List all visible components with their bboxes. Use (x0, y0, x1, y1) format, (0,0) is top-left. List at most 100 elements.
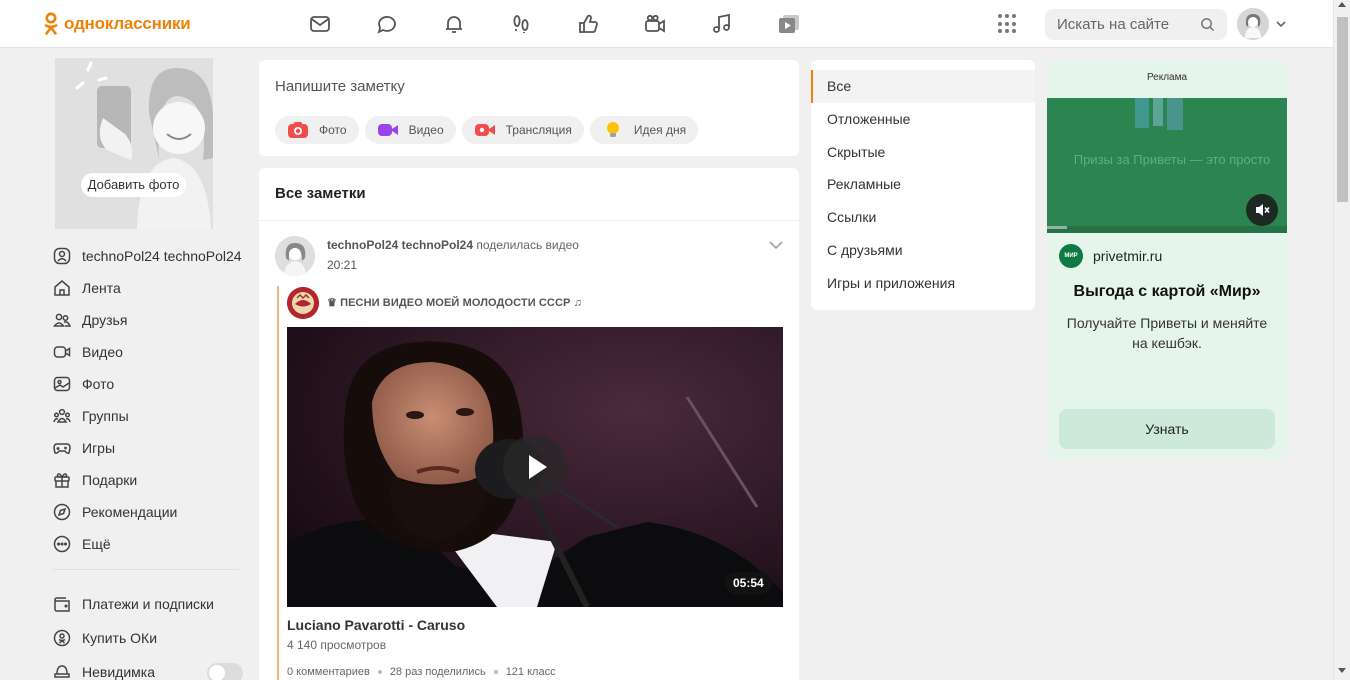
video-icon (53, 343, 71, 361)
ad-video[interactable]: Призы за Приветы — это просто (1047, 98, 1287, 233)
invisible-icon (53, 663, 71, 680)
sidebar-item-label: Купить ОКи (82, 630, 158, 646)
top-bar: одноклассники (0, 0, 1333, 48)
filter-postponed[interactable]: Отложенные (811, 103, 1035, 136)
filter-links[interactable]: Ссылки (811, 201, 1035, 234)
add-photo-button[interactable]: Добавить фото (81, 173, 186, 197)
compose-card: Напишите заметку Фото Видео Трансляция И… (259, 60, 799, 156)
note-input[interactable]: Напишите заметку (275, 78, 405, 95)
shares-link[interactable]: 28 раз поделились (390, 666, 486, 678)
mute-icon[interactable] (1246, 194, 1278, 226)
sidebar-item-friends[interactable]: Друзья (53, 304, 243, 336)
divider (259, 220, 799, 221)
sidebar-item-buy-oks[interactable]: Купить ОКи (53, 621, 243, 655)
invisible-mode-toggle[interactable] (207, 663, 243, 680)
ad-brand-link[interactable]: privetmir.ru (1093, 248, 1162, 264)
group-name-link[interactable]: ♛ ПЕСНИ ВИДЕО МОЕЙ МОЛОДОСТИ СССР ♫ (327, 296, 582, 309)
live-stream-icon (474, 121, 496, 139)
sidebar-item-games[interactable]: Игры (53, 432, 243, 464)
sidebar-item-gifts[interactable]: Подарки (53, 464, 243, 496)
sidebar-item-photo[interactable]: Фото (53, 368, 243, 400)
separator-dot (493, 670, 498, 674)
notifications-icon[interactable] (440, 10, 468, 38)
discussions-icon[interactable] (373, 10, 401, 38)
sidebar-item-groups[interactable]: Группы (53, 400, 243, 432)
scroll-thumb[interactable] (1337, 17, 1348, 202)
groups-icon (53, 407, 71, 425)
lightbulb-icon (602, 121, 624, 139)
ad-cta-button[interactable]: Узнать (1059, 409, 1275, 449)
sidebar-divider (53, 569, 239, 570)
sidebar-item-invisible[interactable]: Невидимка (53, 655, 243, 680)
sidebar-item-label: Фото (82, 376, 115, 392)
chevron-down-icon[interactable] (1275, 18, 1287, 30)
messages-icon[interactable] (306, 10, 334, 38)
search-icon[interactable] (1200, 17, 1215, 32)
filter-hidden[interactable]: Скрытые (811, 136, 1035, 169)
chip-label: Идея дня (633, 123, 687, 137)
apps-grid-icon[interactable] (997, 13, 1019, 35)
live-stream-chip[interactable]: Трансляция (461, 116, 584, 144)
add-video-chip[interactable]: Видео (364, 116, 456, 144)
sidebar-nav-secondary: Платежи и подписки Купить ОКи Невидимка (53, 587, 243, 680)
video-icon[interactable] (775, 10, 803, 38)
sidebar-item-label: Группы (82, 408, 129, 424)
chip-label: Трансляция (505, 123, 572, 137)
scroll-down-arrow-icon[interactable] (1338, 668, 1346, 673)
profile-placeholder-illustration (55, 58, 213, 229)
ad-banner[interactable]: Реклама Призы за Приветы — это просто МИ… (1047, 60, 1287, 460)
filter-ads[interactable]: Рекламные (811, 168, 1035, 201)
ok-coin-icon (53, 629, 71, 647)
sidebar-item-video[interactable]: Видео (53, 336, 243, 368)
sidebar-item-recommendations[interactable]: Рекомендации (53, 496, 243, 528)
profile-photo-placeholder[interactable]: Добавить фото (55, 58, 213, 229)
sidebar-item-profile[interactable]: technoPol24 technoPol24 (53, 240, 243, 272)
group-avatar[interactable] (287, 287, 319, 319)
add-photo-chip[interactable]: Фото (275, 116, 359, 144)
video-views: 4 140 просмотров (287, 638, 387, 652)
events-icon[interactable] (574, 10, 602, 38)
sidebar-item-label: Ещё (82, 536, 111, 552)
filter-with-friends[interactable]: С друзьями (811, 234, 1035, 267)
filter-all[interactable]: Все (811, 70, 1035, 103)
sidebar-item-label: Друзья (82, 312, 128, 328)
filter-games-apps[interactable]: Игры и приложения (811, 267, 1035, 300)
post-author-avatar[interactable] (275, 236, 315, 276)
sidebar-nav: technoPol24 technoPol24 Лента Друзья Вид… (53, 240, 243, 560)
sidebar-item-more[interactable]: Ещё (53, 528, 243, 560)
post-author-link[interactable]: technoPol24 technoPol24 (327, 238, 473, 252)
sidebar-item-label: Рекомендации (82, 504, 178, 520)
separator-dot (377, 670, 382, 674)
music-icon[interactable] (708, 10, 736, 38)
more-icon (53, 535, 71, 553)
top-nav (306, 10, 842, 38)
camera-icon (287, 121, 309, 139)
likes-link[interactable]: 121 класс (506, 666, 556, 678)
ad-title: Выгода с картой «Мир» (1073, 283, 1261, 300)
wallet-icon (53, 595, 71, 613)
sidebar-item-payments[interactable]: Платежи и подписки (53, 587, 243, 621)
search-box (1045, 9, 1227, 40)
sidebar-item-label: Платежи и подписки (82, 596, 214, 612)
video-call-icon[interactable] (641, 10, 669, 38)
sidebar-item-label: Невидимка (82, 664, 155, 680)
user-avatar[interactable] (1237, 8, 1269, 40)
sidebar-item-label: Подарки (82, 472, 138, 488)
post-header: technoPol24 technoPol24 поделилась видео (327, 238, 579, 252)
sidebar-item-label: technoPol24 technoPol24 (82, 248, 242, 264)
search-input[interactable] (1045, 9, 1185, 40)
page-scrollbar[interactable] (1333, 0, 1350, 680)
guests-icon[interactable] (507, 10, 535, 38)
play-icon[interactable] (503, 435, 567, 499)
idea-of-day-chip[interactable]: Идея дня (589, 116, 699, 144)
video-player[interactable]: 05:54 (287, 327, 783, 607)
video-title-link[interactable]: Luciano Pavarotti - Caruso (287, 617, 465, 633)
post-action-text: поделилась видео (476, 238, 579, 252)
comments-link[interactable]: 0 комментариев (287, 666, 370, 678)
sidebar-item-feed[interactable]: Лента (53, 272, 243, 304)
scroll-up-arrow-icon[interactable] (1338, 2, 1346, 7)
friends-icon (53, 311, 71, 329)
ad-text: Получайте Приветы и меняйте на кешбэк. (1066, 315, 1268, 351)
post-options-chevron-icon[interactable] (769, 240, 783, 250)
ok-logo[interactable]: одноклассники (44, 12, 191, 36)
